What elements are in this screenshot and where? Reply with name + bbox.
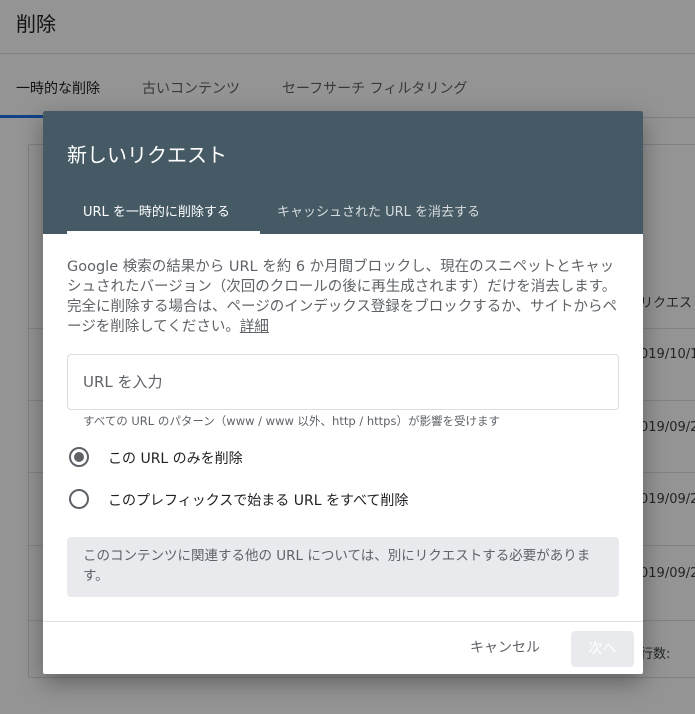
tab-clear-cached-url[interactable]: キャッシュされた URL を消去する [277,201,480,220]
tab-temporarily-remove-url[interactable]: URL を一時的に削除する [83,201,230,220]
option-remove-this-url-only[interactable]: この URL のみを削除 [67,443,627,471]
dialog-description: Google 検索の結果から URL を約 6 か月間ブロックし、現在のスニペッ… [67,257,617,337]
dialog-footer: キャンセル 次へ [43,621,643,674]
learn-more-link[interactable]: 詳細 [240,319,269,335]
info-note: このコンテンツに関連する他の URL については、別にリクエストする必要がありま… [67,537,619,597]
radio-button-checked[interactable] [69,447,89,467]
option-label: この URL のみを削除 [108,451,243,467]
radio-dot [74,452,84,462]
url-field[interactable] [67,354,619,410]
description-text: Google 検索の結果から URL を約 6 か月間ブロックし、現在のスニペッ… [67,259,617,335]
cancel-button[interactable]: キャンセル [470,637,540,657]
next-button[interactable]: 次へ [571,631,634,667]
option-remove-prefix[interactable]: このプレフィックスで始まる URL をすべて削除 [67,485,627,513]
new-request-dialog: 新しいリクエスト URL を一時的に削除する キャッシュされた URL を消去す… [43,111,643,674]
option-label: このプレフィックスで始まる URL をすべて削除 [108,493,409,509]
dialog-title: 新しいリクエスト [67,143,227,167]
radio-button-unchecked[interactable] [69,489,89,509]
url-input[interactable] [83,371,603,393]
dialog-header: 新しいリクエスト URL を一時的に削除する キャッシュされた URL を消去す… [43,111,643,234]
dialog-active-tab-indicator [67,231,260,234]
url-helper-text: すべての URL のパターン（www / www 以外、http / https… [83,414,500,428]
